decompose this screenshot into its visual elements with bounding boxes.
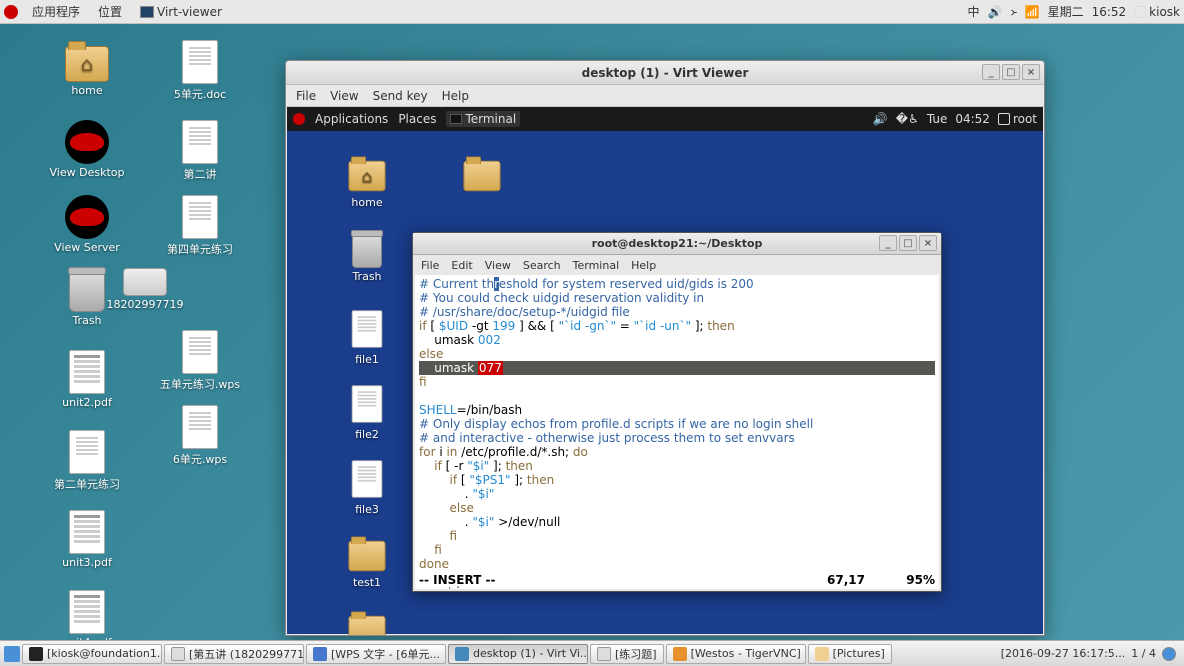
taskbar-item[interactable]: [WPS 文字 - [6单元... <box>306 644 446 664</box>
panel-time: 16:52 <box>1092 5 1127 19</box>
app-icon <box>29 647 43 661</box>
taskbar-item[interactable]: [Westos - TigerVNC] <box>666 644 806 664</box>
network-icon[interactable]: 📶 <box>1025 5 1040 19</box>
guest-user-menu[interactable]: root <box>998 112 1037 126</box>
desktop-icon-五单元练习.wps[interactable]: 五单元练习.wps <box>155 330 245 392</box>
desktop-icon-第二讲[interactable]: 第二讲 <box>155 120 245 182</box>
menu-places[interactable]: 位置 <box>94 3 126 20</box>
app-icon <box>597 647 611 661</box>
app-icon <box>171 647 185 661</box>
terminal-window: root@desktop21:~/Desktop _ □ × File Edit… <box>412 232 942 592</box>
desktop-icon-home[interactable]: home <box>42 40 132 97</box>
virt-viewer-icon <box>140 6 154 18</box>
guest-desktop-icon-item[interactable] <box>442 152 522 196</box>
vv-menu-help[interactable]: Help <box>442 89 469 103</box>
terminal-menubar: File Edit View Search Terminal Help <box>413 255 941 275</box>
terminal-body[interactable]: # Current threshold for system reserved … <box>415 275 939 589</box>
taskbar-item[interactable]: desktop (1) - Virt Vi... <box>448 644 588 664</box>
term-menu-view[interactable]: View <box>485 259 511 272</box>
terminal-icon <box>450 114 462 124</box>
host-top-panel: 应用程序 位置 Virt-viewer 中 🔊 ᚛ 📶 星期二 16:52 ki… <box>0 0 1184 24</box>
app-icon <box>313 647 327 661</box>
guest-panel-time: 04:52 <box>955 112 990 126</box>
desktop-icon-unit3.pdf[interactable]: unit3.pdf <box>42 510 132 569</box>
guest-desktop-icon-test2[interactable]: test2 <box>327 607 407 636</box>
term-menu-search[interactable]: Search <box>523 259 561 272</box>
panel-day: 星期二 <box>1048 3 1084 20</box>
redhat-icon <box>293 113 305 125</box>
guest-desktop-icon-Trash[interactable]: Trash <box>327 232 407 283</box>
vv-menu-view[interactable]: View <box>330 89 358 103</box>
desktop-icon-unit2.pdf[interactable]: unit2.pdf <box>42 350 132 409</box>
window-list-item[interactable]: Virt-viewer <box>136 5 226 19</box>
desktop-icon-18202997719[interactable]: 18202997719 <box>100 258 190 311</box>
maximize-button[interactable]: □ <box>899 235 917 251</box>
minimize-button[interactable]: _ <box>879 235 897 251</box>
vv-menu-sendkey[interactable]: Send key <box>373 89 428 103</box>
show-desktop-icon[interactable] <box>4 646 20 662</box>
taskbar-item[interactable]: [Pictures] <box>808 644 892 664</box>
taskbar-item[interactable]: [kiosk@foundation1... <box>22 644 162 664</box>
term-menu-help[interactable]: Help <box>631 259 656 272</box>
bluetooth-icon[interactable]: ᚛ <box>1011 5 1017 19</box>
guest-desktop-icon-file1[interactable]: file1 <box>327 307 407 366</box>
volume-icon[interactable]: 🔊 <box>988 5 1003 19</box>
desktop-icon-View Desktop[interactable]: View Desktop <box>42 120 132 179</box>
desktop-icon-View Server[interactable]: View Server <box>42 195 132 254</box>
guest-desktop-icon-home[interactable]: home <box>327 152 407 209</box>
desktop-icon-第四单元练习[interactable]: 第四单元练习 <box>155 195 245 257</box>
accessibility-icon[interactable]: �♿ <box>896 112 919 126</box>
guest-desktop-icon-test1[interactable]: test1 <box>327 532 407 589</box>
term-menu-file[interactable]: File <box>421 259 439 272</box>
host-bottom-taskbar: [kiosk@foundation1...[第五讲 (1820299771...… <box>0 640 1184 666</box>
virt-viewer-window: desktop (1) - Virt Viewer _ □ × File Vie… <box>285 60 1045 636</box>
term-menu-terminal[interactable]: Terminal <box>573 259 620 272</box>
guest-top-panel: Applications Places Terminal 🔊 �♿ Tue 04… <box>287 107 1043 131</box>
vv-menu-file[interactable]: File <box>296 89 316 103</box>
terminal-titlebar[interactable]: root@desktop21:~/Desktop _ □ × <box>413 233 941 255</box>
redhat-icon <box>4 5 18 19</box>
maximize-button[interactable]: □ <box>1002 64 1020 80</box>
close-button[interactable]: × <box>1022 64 1040 80</box>
taskbar-item[interactable]: [练习题] <box>590 644 664 664</box>
guest-desktop: Applications Places Terminal 🔊 �♿ Tue 04… <box>287 107 1043 634</box>
taskbar-date: [2016-09-27 16:17:5... <box>1001 647 1126 660</box>
guest-desktop-icon-file3[interactable]: file3 <box>327 457 407 516</box>
desktop-icon-5单元.doc[interactable]: 5单元.doc <box>155 40 245 102</box>
window-titlebar[interactable]: desktop (1) - Virt Viewer _ □ × <box>286 61 1044 85</box>
desktop-icon-第二单元练习[interactable]: 第二单元练习 <box>42 430 132 492</box>
app-icon <box>815 647 829 661</box>
vim-status-line: -- INSERT --67,1795% <box>419 573 935 587</box>
user-menu[interactable]: kiosk <box>1134 5 1180 19</box>
guest-panel-day: Tue <box>927 112 948 126</box>
app-icon <box>455 647 469 661</box>
term-menu-edit[interactable]: Edit <box>451 259 472 272</box>
close-button[interactable]: × <box>919 235 937 251</box>
window-title: desktop (1) - Virt Viewer <box>582 66 749 80</box>
desktop-icon-6单元.wps[interactable]: 6单元.wps <box>155 405 245 467</box>
guest-taskbar-terminal[interactable]: Terminal <box>446 111 520 127</box>
virt-viewer-menubar: File View Send key Help <box>286 85 1044 107</box>
guest-menu-places[interactable]: Places <box>398 112 436 126</box>
guest-desktop-icon-file2[interactable]: file2 <box>327 382 407 441</box>
power-icon <box>998 113 1010 125</box>
taskbar-item[interactable]: [第五讲 (1820299771... <box>164 644 304 664</box>
power-icon <box>1134 6 1146 18</box>
volume-icon[interactable]: 🔊 <box>873 112 888 126</box>
terminal-title: root@desktop21:~/Desktop <box>592 237 763 250</box>
guest-menu-applications[interactable]: Applications <box>315 112 388 126</box>
minimize-button[interactable]: _ <box>982 64 1000 80</box>
ime-indicator[interactable]: 中 <box>968 3 980 20</box>
workspace-pager[interactable] <box>1162 647 1176 661</box>
workspace-indicator[interactable]: 1 / 4 <box>1131 647 1156 660</box>
app-icon <box>673 647 687 661</box>
menu-applications[interactable]: 应用程序 <box>28 3 84 20</box>
